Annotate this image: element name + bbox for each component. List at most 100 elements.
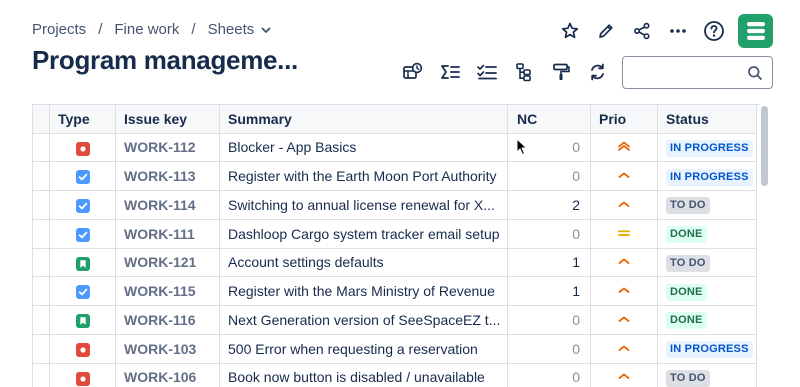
table-row[interactable]: WORK-115 Register with the Mars Ministry … xyxy=(32,276,757,306)
checklist-button[interactable] xyxy=(468,56,505,88)
nc-cell[interactable]: 0 xyxy=(507,363,591,387)
share-button[interactable] xyxy=(624,14,660,48)
nc-cell[interactable]: 0 xyxy=(507,305,591,335)
status-cell[interactable]: DONE xyxy=(657,219,757,249)
more-button[interactable] xyxy=(660,14,696,48)
row-handle[interactable] xyxy=(32,305,50,335)
vertical-scrollbar[interactable] xyxy=(759,104,770,387)
status-cell[interactable]: TO DO xyxy=(657,248,757,278)
status-cell[interactable]: TO DO xyxy=(657,190,757,220)
column-header-summary[interactable]: Summary xyxy=(219,105,508,134)
issue-key-link[interactable]: WORK-111 xyxy=(115,219,220,249)
nc-cell[interactable]: 1 xyxy=(507,276,591,306)
issue-summary-cell[interactable]: 500 Error when requesting a reservation xyxy=(219,334,508,364)
table-row[interactable]: WORK-121 Account settings defaults 1 TO DO xyxy=(32,248,757,278)
table-row[interactable]: WORK-113 Register with the Earth Moon Por… xyxy=(32,161,757,191)
priority-cell[interactable] xyxy=(590,248,658,278)
table-row[interactable]: WORK-106 Book now button is disabled / un… xyxy=(32,363,757,387)
table-row[interactable]: WORK-111 Dashloop Cargo system tracker em… xyxy=(32,219,757,249)
issue-key-link[interactable]: WORK-114 xyxy=(115,190,220,220)
issue-type-cell[interactable] xyxy=(49,276,116,306)
column-header-status[interactable]: Status xyxy=(657,105,757,134)
row-handle[interactable] xyxy=(32,190,50,220)
scrollbar-thumb[interactable] xyxy=(761,106,768,186)
status-badge[interactable]: TO DO xyxy=(666,369,710,387)
issue-type-cell[interactable] xyxy=(49,161,116,191)
priority-cell[interactable] xyxy=(590,305,658,335)
row-handle[interactable] xyxy=(32,334,50,364)
refresh-button[interactable] xyxy=(579,56,616,88)
status-cell[interactable]: IN PROGRESS xyxy=(657,161,757,191)
issue-type-cell[interactable] xyxy=(49,190,116,220)
issue-summary-cell[interactable]: Dashloop Cargo system tracker email setu… xyxy=(219,219,508,249)
issue-summary-cell[interactable]: Blocker - App Basics xyxy=(219,133,508,163)
chevron-down-icon[interactable] xyxy=(260,24,272,36)
issue-summary-cell[interactable]: Register with the Mars Ministry of Reven… xyxy=(219,276,508,306)
status-badge[interactable]: IN PROGRESS xyxy=(666,139,753,157)
status-badge[interactable]: DONE xyxy=(666,283,707,301)
priority-cell[interactable] xyxy=(590,161,658,191)
status-badge[interactable]: TO DO xyxy=(666,254,710,272)
status-cell[interactable]: IN PROGRESS xyxy=(657,334,757,364)
breadcrumb-projects[interactable]: Projects xyxy=(32,21,86,38)
table-row[interactable]: WORK-112 Blocker - App Basics 0 IN PROGRESS xyxy=(32,133,757,163)
edit-button[interactable] xyxy=(588,14,624,48)
issue-key-link[interactable]: WORK-112 xyxy=(115,133,220,163)
sum-columns-button[interactable] xyxy=(431,56,468,88)
search-box[interactable] xyxy=(622,56,773,89)
view-history-button[interactable] xyxy=(394,56,431,88)
status-badge[interactable]: DONE xyxy=(666,312,707,330)
priority-cell[interactable] xyxy=(590,190,658,220)
priority-cell[interactable] xyxy=(590,133,658,163)
nc-cell[interactable]: 0 xyxy=(507,219,591,249)
issue-type-cell[interactable] xyxy=(49,363,116,387)
priority-cell[interactable] xyxy=(590,334,658,364)
column-header-type[interactable]: Type xyxy=(49,105,116,134)
status-cell[interactable]: DONE xyxy=(657,276,757,306)
row-handle[interactable] xyxy=(32,219,50,249)
table-row[interactable]: WORK-114 Switching to annual license rene… xyxy=(32,190,757,220)
status-cell[interactable]: TO DO xyxy=(657,363,757,387)
status-badge[interactable]: TO DO xyxy=(666,197,710,215)
issue-type-cell[interactable] xyxy=(49,334,116,364)
star-button[interactable] xyxy=(552,14,588,48)
table-row[interactable]: WORK-116 Next Generation version of SeeSp… xyxy=(32,305,757,335)
issue-type-cell[interactable] xyxy=(49,305,116,335)
row-handle[interactable] xyxy=(32,248,50,278)
issue-summary-cell[interactable]: Book now button is disabled / unavailabl… xyxy=(219,363,508,387)
issue-key-link[interactable]: WORK-113 xyxy=(115,161,220,191)
table-row[interactable]: WORK-103 500 Error when requesting a rese… xyxy=(32,334,757,364)
issue-key-link[interactable]: WORK-106 xyxy=(115,363,220,387)
issue-type-cell[interactable] xyxy=(49,133,116,163)
issue-summary-cell[interactable]: Switching to annual license renewal for … xyxy=(219,190,508,220)
issue-key-link[interactable]: WORK-115 xyxy=(115,276,220,306)
issue-summary-cell[interactable]: Next Generation version of SeeSpaceEZ t.… xyxy=(219,305,508,335)
app-logo[interactable] xyxy=(738,14,773,48)
row-handle[interactable] xyxy=(32,363,50,387)
status-badge[interactable]: IN PROGRESS xyxy=(666,168,753,186)
column-header-nc[interactable]: NC xyxy=(507,105,591,134)
nc-cell[interactable]: 2 xyxy=(507,190,591,220)
hierarchy-button[interactable] xyxy=(505,56,542,88)
nc-cell[interactable]: 0 xyxy=(507,334,591,364)
column-header-prio[interactable]: Prio xyxy=(590,105,658,134)
row-handle[interactable] xyxy=(32,161,50,191)
format-painter-button[interactable] xyxy=(542,56,579,88)
priority-cell[interactable] xyxy=(590,219,658,249)
nc-cell[interactable]: 0 xyxy=(507,161,591,191)
issue-type-cell[interactable] xyxy=(49,219,116,249)
issue-key-link[interactable]: WORK-103 xyxy=(115,334,220,364)
status-badge[interactable]: DONE xyxy=(666,226,707,244)
breadcrumb-sheets[interactable]: Sheets xyxy=(208,21,255,38)
status-cell[interactable]: IN PROGRESS xyxy=(657,133,757,163)
status-cell[interactable]: DONE xyxy=(657,305,757,335)
search-input[interactable] xyxy=(623,57,741,88)
issue-type-cell[interactable] xyxy=(49,248,116,278)
breadcrumb-fine-work[interactable]: Fine work xyxy=(114,21,179,38)
row-handle[interactable] xyxy=(32,133,50,163)
issue-key-link[interactable]: WORK-121 xyxy=(115,248,220,278)
priority-cell[interactable] xyxy=(590,363,658,387)
status-badge[interactable]: IN PROGRESS xyxy=(666,341,753,359)
help-button[interactable] xyxy=(696,14,732,48)
priority-cell[interactable] xyxy=(590,276,658,306)
